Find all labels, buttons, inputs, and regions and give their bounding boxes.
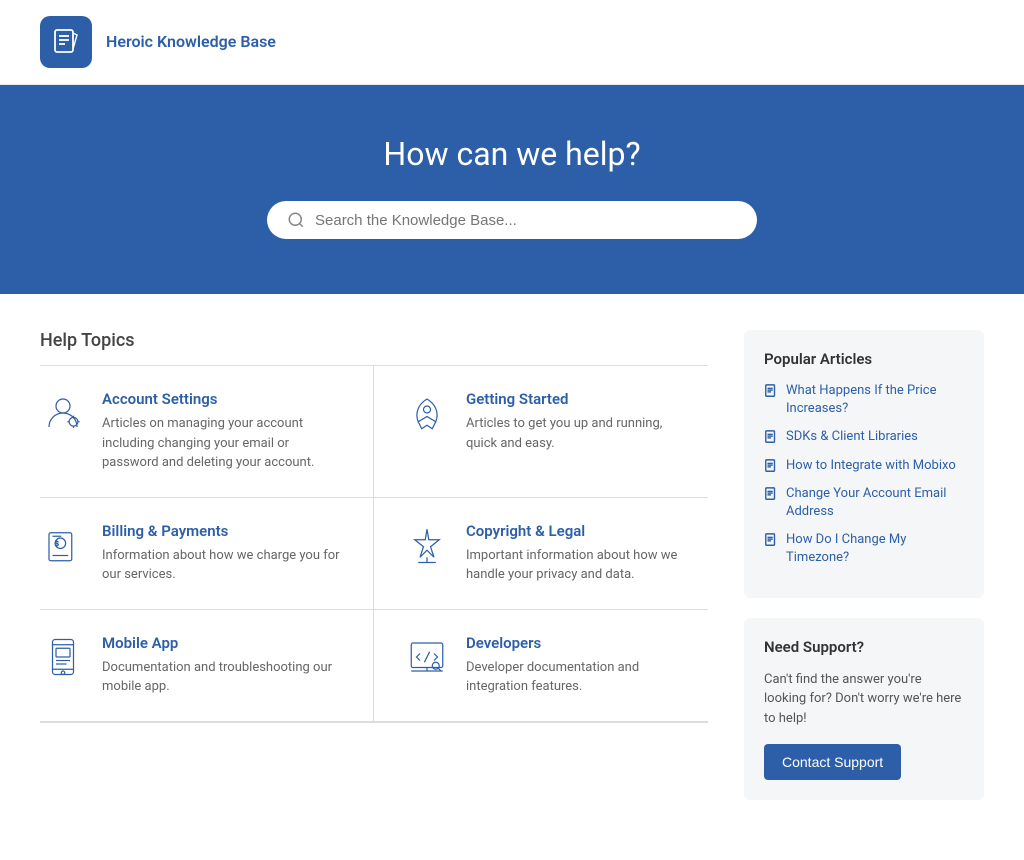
billing-desc: Information about how we charge you for … (102, 546, 343, 585)
topic-item-billing[interactable]: $ Billing & Payments Information about h… (40, 498, 374, 610)
svg-text:$: $ (55, 540, 59, 547)
mobile-title: Mobile App (102, 634, 343, 652)
legal-text: Copyright & Legal Important information … (466, 522, 688, 585)
divider-bottom (40, 722, 708, 723)
article-icon-0 (764, 384, 778, 398)
billing-text: Billing & Payments Information about how… (102, 522, 343, 585)
getting-started-icon (404, 390, 450, 436)
developers-title: Developers (466, 634, 688, 652)
article-link-2[interactable]: How to Integrate with Mobixo (764, 457, 964, 475)
search-input[interactable] (315, 212, 737, 229)
logo (40, 16, 92, 68)
main-content: Help Topics Account Sett (40, 330, 708, 820)
account-settings-icon (40, 390, 86, 436)
getting-started-text: Getting Started Articles to get you up a… (466, 390, 688, 453)
article-icon-1 (764, 430, 778, 444)
article-icon-2 (764, 459, 778, 473)
mobile-desc: Documentation and troubleshooting our mo… (102, 658, 343, 697)
topic-item-legal[interactable]: Copyright & Legal Important information … (374, 498, 708, 610)
topics-grid: Account Settings Articles on managing yo… (40, 366, 708, 722)
search-icon (287, 211, 305, 229)
hero-section: How can we help? (0, 85, 1024, 294)
topic-item-getting-started[interactable]: Getting Started Articles to get you up a… (374, 366, 708, 498)
support-text: Can't find the answer you're looking for… (764, 670, 964, 729)
article-link-4[interactable]: How Do I Change My Timezone? (764, 531, 964, 567)
content-area: Help Topics Account Sett (0, 294, 1024, 860)
contact-support-button[interactable]: Contact Support (764, 744, 901, 780)
header: Heroic Knowledge Base (0, 0, 1024, 85)
getting-started-title: Getting Started (466, 390, 688, 408)
section-title: Help Topics (40, 330, 708, 351)
developers-icon (404, 634, 450, 680)
article-link-1[interactable]: SDKs & Client Libraries (764, 428, 964, 446)
need-support-title: Need Support? (764, 638, 964, 656)
article-link-3[interactable]: Change Your Account Email Address (764, 485, 964, 521)
account-settings-text: Account Settings Articles on managing yo… (102, 390, 343, 473)
billing-icon: $ (40, 522, 86, 568)
need-support-card: Need Support? Can't find the answer you'… (744, 618, 984, 801)
search-bar (267, 201, 757, 239)
getting-started-desc: Articles to get you up and running, quic… (466, 414, 688, 453)
article-icon-4 (764, 533, 778, 547)
developers-desc: Developer documentation and integration … (466, 658, 688, 697)
topic-item-developers[interactable]: Developers Developer documentation and i… (374, 610, 708, 722)
popular-articles-title: Popular Articles (764, 350, 964, 368)
brand-name: Heroic Knowledge Base (106, 32, 276, 53)
article-link-0[interactable]: What Happens If the Price Increases? (764, 382, 964, 418)
sidebar: Popular Articles What Happens If the Pri… (744, 330, 984, 820)
account-settings-title: Account Settings (102, 390, 343, 408)
book-icon (51, 27, 81, 57)
legal-title: Copyright & Legal (466, 522, 688, 540)
mobile-icon (40, 634, 86, 680)
developers-text: Developers Developer documentation and i… (466, 634, 688, 697)
account-settings-desc: Articles on managing your account includ… (102, 414, 343, 473)
mobile-text: Mobile App Documentation and troubleshoo… (102, 634, 343, 697)
topic-item-mobile[interactable]: Mobile App Documentation and troubleshoo… (40, 610, 374, 722)
legal-desc: Important information about how we handl… (466, 546, 688, 585)
hero-title: How can we help? (20, 135, 1004, 173)
popular-articles-card: Popular Articles What Happens If the Pri… (744, 330, 984, 598)
topic-item-account-settings[interactable]: Account Settings Articles on managing yo… (40, 366, 374, 498)
article-icon-3 (764, 487, 778, 501)
legal-icon (404, 522, 450, 568)
billing-title: Billing & Payments (102, 522, 343, 540)
